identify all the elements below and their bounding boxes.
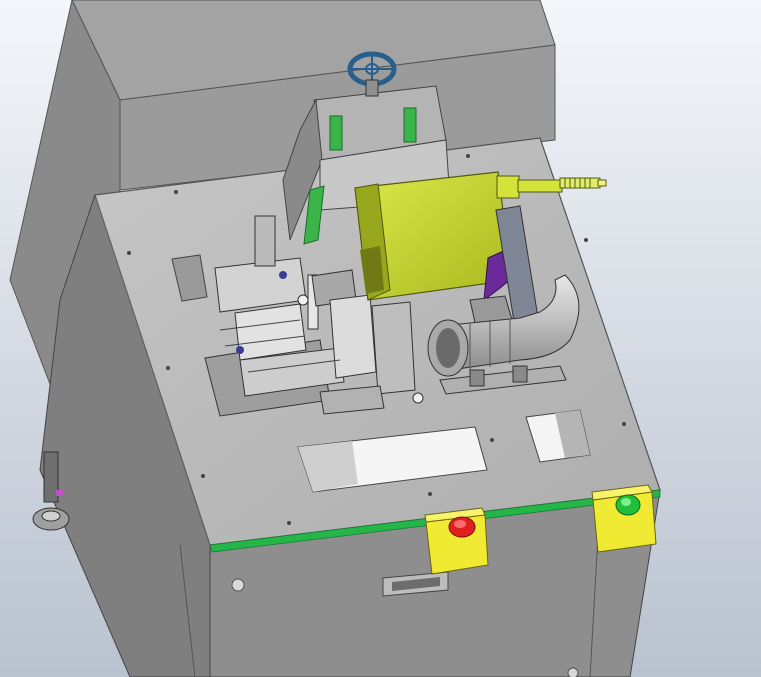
cad-viewport[interactable] — [0, 0, 761, 677]
plate-screw — [490, 438, 494, 442]
cabinet-screw — [231, 578, 245, 592]
plate-screw — [466, 154, 470, 158]
machine-3d-model[interactable] — [0, 0, 761, 677]
plate-screw — [622, 422, 626, 426]
plate-screw — [201, 474, 205, 478]
plate-screw — [428, 492, 432, 496]
plate-screw — [174, 190, 178, 194]
plate-screw — [287, 521, 291, 525]
cabinet-screw — [567, 667, 579, 677]
plate-screw — [584, 238, 588, 242]
stop-button[interactable] — [424, 507, 489, 575]
start-button[interactable] — [591, 484, 657, 553]
plate-screw — [127, 251, 131, 255]
plate-screw — [166, 366, 170, 370]
